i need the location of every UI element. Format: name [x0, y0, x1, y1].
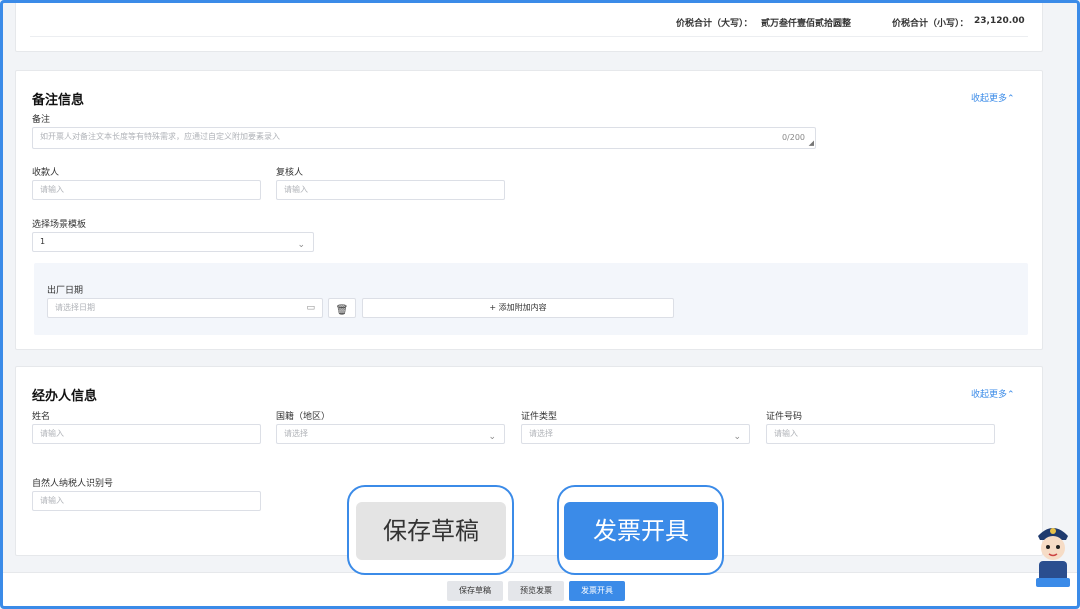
totals-card: 价税合计（大写）： 贰万叁仟壹佰贰拾圆整 价税合计（小写）： 23,120.00 [15, 0, 1043, 52]
template-label: 选择场景模板 [32, 220, 87, 230]
payee-label: 收款人 [32, 168, 60, 178]
delete-button[interactable]: 🗑 [328, 298, 356, 318]
reviewer-input[interactable]: 请输入 [276, 180, 505, 200]
template-value: 1 [40, 237, 46, 246]
handler-collapse-link[interactable]: 收起更多⌃ [971, 387, 1015, 400]
factory-date-input[interactable]: 请选择日期 ▭ [47, 298, 323, 318]
preview-invoice-button[interactable]: 预览发票 [508, 581, 564, 601]
id-number-placeholder: 请输入 [774, 429, 798, 438]
payee-input[interactable]: 请输入 [32, 180, 261, 200]
id-number-input[interactable]: 请输入 [766, 424, 995, 444]
handler-title: 经办人信息 [32, 389, 98, 404]
handler-card: 经办人信息 收起更多⌃ 姓名 请输入 国籍（地区） 请选择 ⌄ 证件类型 请选择… [15, 366, 1043, 556]
name-placeholder: 请输入 [40, 429, 64, 438]
remark-counter: 0/200 [781, 133, 805, 142]
taxpayer-id-input[interactable]: 请输入 [32, 491, 261, 511]
add-extra-content-button[interactable]: + 添加附加内容 [362, 298, 674, 318]
remark-textarea[interactable]: 如开票人对备注文本长度等有特殊需求，应通过自定义附加要素录入 0/200 ◢ [32, 127, 816, 149]
nationality-label: 国籍（地区） [276, 412, 331, 422]
totals-lowercase-value: 23,120.00 [974, 16, 1025, 26]
name-input[interactable]: 请输入 [32, 424, 261, 444]
totals-lowercase-label: 价税合计（小写）： [892, 19, 969, 29]
totals-uppercase-value: 贰万叁仟壹佰贰拾圆整 [761, 19, 852, 29]
id-number-label: 证件号码 [766, 412, 803, 422]
save-draft-callout-button[interactable]: 保存草稿 [356, 502, 506, 560]
reviewer-placeholder: 请输入 [284, 185, 308, 194]
calendar-icon: ▭ [306, 303, 315, 313]
save-draft-button[interactable]: 保存草稿 [447, 581, 503, 601]
save-draft-callout: 保存草稿 [347, 485, 514, 575]
chevron-down-icon: ⌄ [297, 240, 305, 250]
name-label: 姓名 [32, 412, 51, 422]
taxpayer-id-label: 自然人纳税人识别号 [32, 479, 114, 489]
resize-handle-icon[interactable]: ◢ [809, 134, 814, 152]
nationality-select[interactable]: 请选择 ⌄ [276, 424, 505, 444]
totals-uppercase-label: 价税合计（大写）： [676, 19, 753, 29]
factory-date-label: 出厂日期 [47, 286, 84, 296]
id-type-label: 证件类型 [521, 412, 558, 422]
remarks-title: 备注信息 [32, 93, 85, 108]
issue-invoice-callout-button[interactable]: 发票开具 [564, 502, 718, 560]
id-type-select[interactable]: 请选择 ⌄ [521, 424, 750, 444]
reviewer-label: 复核人 [276, 168, 304, 178]
template-select[interactable]: 1 ⌄ [32, 232, 314, 252]
nationality-placeholder: 请选择 [284, 429, 308, 438]
remarks-card: 备注信息 收起更多⌃ 备注 如开票人对备注文本长度等有特殊需求，应通过自定义附加… [15, 70, 1043, 350]
issue-invoice-button[interactable]: 发票开具 [569, 581, 625, 601]
add-extra-label: + 添加附加内容 [489, 303, 547, 312]
payee-placeholder: 请输入 [40, 185, 64, 194]
taxpayer-id-placeholder: 请输入 [40, 496, 64, 505]
trash-icon: 🗑 [335, 305, 349, 316]
remarks-collapse-link[interactable]: 收起更多⌃ [971, 91, 1015, 104]
extra-content-panel: 出厂日期 请选择日期 ▭ 🗑 + 添加附加内容 [34, 263, 1028, 335]
issue-invoice-callout: 发票开具 [557, 485, 724, 575]
id-type-placeholder: 请选择 [529, 429, 553, 438]
chevron-down-icon: ⌄ [733, 432, 741, 442]
factory-date-placeholder: 请选择日期 [55, 303, 95, 312]
remark-placeholder: 如开票人对备注文本长度等有特殊需求，应通过自定义附加要素录入 [40, 132, 280, 141]
totals-divider [30, 36, 1028, 37]
mascot-avatar [1030, 516, 1076, 588]
remark-label: 备注 [32, 115, 51, 125]
chevron-down-icon: ⌄ [488, 432, 496, 442]
